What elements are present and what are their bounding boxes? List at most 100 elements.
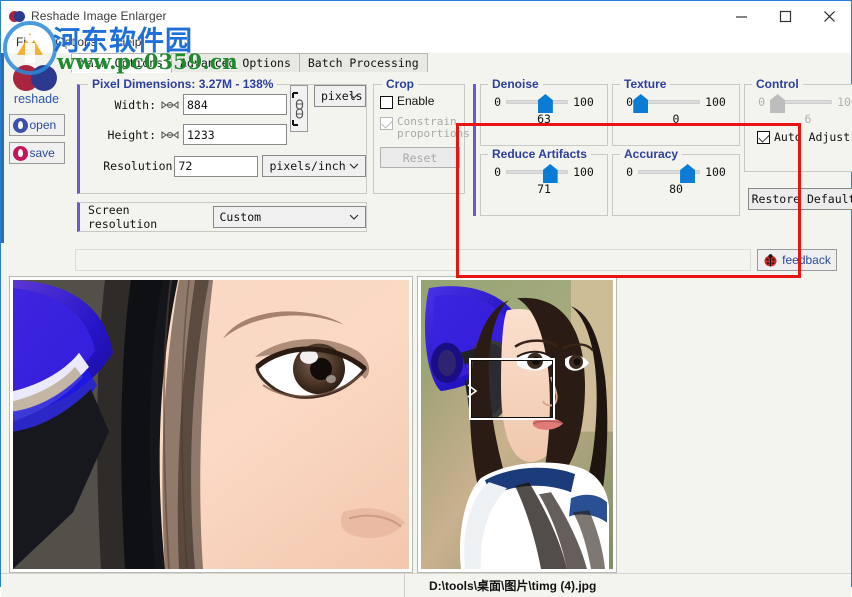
chain-link-icon[interactable] [290,85,308,132]
full-preview-image [421,280,613,569]
chevron-down-icon [349,214,359,220]
minimize-icon[interactable] [719,1,763,31]
denoise-legend: Denoise [488,77,543,91]
reshade-circles-icon [13,65,61,91]
menu-help[interactable]: Help [108,33,151,51]
tab-advanced-options[interactable]: Advanced Options [171,53,300,72]
zoomed-preview-panel[interactable] [9,276,413,573]
tab-main-options[interactable]: Main Options [71,53,172,73]
texture-max: 100 [705,95,726,109]
ladybug-icon [763,254,778,267]
denoise-slider[interactable] [506,100,568,104]
units-select[interactable]: pixels [314,85,366,107]
texture-slider[interactable] [638,100,700,104]
denoise-min: 0 [494,95,501,109]
auto-adjust-label: Auto Adjust [774,131,850,144]
accuracy-legend: Accuracy [620,147,682,161]
screen-resolution-select[interactable]: Custom [213,206,367,228]
texture-legend: Texture [620,77,670,91]
sliders-column-1: Denoise 0 100 63 [480,84,608,216]
tab-region: Main Options Advanced Options Batch Proc… [69,53,852,243]
reduce-artifacts-min: 0 [494,165,501,179]
left-toolbox: reshade open save [1,53,69,243]
reduce-artifacts-value: 71 [481,182,607,196]
control-group: Control 0 100 6 [744,84,852,172]
resolution-row: Resolution pixels/inch [88,155,366,177]
menu-options[interactable]: Options [46,33,105,51]
texture-value: 0 [613,112,739,126]
crop-group: Crop Enable Constrain proportions Reset [373,84,465,194]
main-options-panel: Pixel Dimensions: 3.27M - 138% Width: [71,72,852,232]
open-button-label: open [30,118,57,132]
control-thumb [770,94,785,113]
open-pin-icon [13,118,28,133]
full-preview-panel[interactable] [417,276,617,573]
crop-pointer-icon [467,384,479,398]
pixel-dimensions-group: Pixel Dimensions: 3.27M - 138% Width: [77,84,367,194]
denoise-thumb[interactable] [538,94,553,113]
crop-enable-checkbox[interactable] [380,96,393,109]
close-icon[interactable] [807,1,851,31]
control-legend: Control [752,77,803,91]
sliders-column-3: Control 0 100 6 [744,84,852,216]
accuracy-min: 0 [626,165,633,179]
feedback-button-label: feedback [782,253,831,267]
width-spinner-icon[interactable] [160,99,180,111]
accuracy-thumb[interactable] [680,164,695,183]
resolution-units-value: pixels/inch [269,159,345,173]
height-input[interactable] [183,124,287,145]
crop-enable-label: Enable [397,95,434,108]
resolution-input[interactable] [174,156,258,177]
reshade-logo-icon [9,8,25,24]
app-body: reshade open save Main Options Advanced … [1,53,851,597]
save-button-label: save [30,146,55,160]
accuracy-value: 80 [613,182,739,196]
accuracy-slider[interactable] [638,170,700,174]
controls-region: reshade open save Main Options Advanced … [1,53,851,243]
auto-adjust-row[interactable]: Auto Adjust [757,130,852,144]
width-row: Width: [88,94,287,115]
accuracy-max: 100 [705,165,726,179]
menu-file[interactable]: File [7,33,44,51]
control-max: 100 [837,95,852,109]
texture-min: 0 [626,95,633,109]
crop-legend: Crop [382,77,418,91]
save-pin-icon [13,146,28,161]
width-input[interactable] [183,94,287,115]
crop-enable-row[interactable]: Enable [380,95,458,109]
status-left-cell [1,574,405,597]
height-spinner-icon[interactable] [160,129,180,141]
resolution-units-select[interactable]: pixels/inch [262,155,366,177]
constrain-proportions-label: Constrain proportions [397,116,470,140]
reduce-artifacts-thumb[interactable] [543,164,558,183]
chevron-down-icon [349,163,359,169]
accuracy-group: Accuracy 0 100 80 [612,154,740,216]
restore-defaults-button[interactable]: Restore Defaults [748,188,852,210]
title-bar: Reshade Image Enlarger [1,1,851,31]
auto-adjust-checkbox[interactable] [757,131,770,144]
zoomed-preview-image [13,280,409,569]
tab-strip: Main Options Advanced Options Batch Proc… [71,53,852,72]
tab-batch-processing[interactable]: Batch Processing [299,53,428,72]
control-min: 0 [758,95,765,109]
preview-area [1,271,851,573]
window-title: Reshade Image Enlarger [31,9,167,23]
constrain-proportions-row: Constrain proportions [380,116,458,140]
save-button[interactable]: save [9,142,65,164]
crop-selection-rect[interactable] [469,358,555,420]
open-button[interactable]: open [9,114,65,136]
reduce-artifacts-slider[interactable] [506,170,568,174]
status-bar: D:\tools\桌面\图片\timg (4).jpg [1,573,851,597]
logo-label: reshade [14,92,59,106]
height-row: Height: [88,124,287,145]
screen-resolution-value: Custom [220,210,262,224]
denoise-value: 63 [481,112,607,126]
feedback-button[interactable]: feedback [757,249,837,271]
screen-resolution-group: Screen resolution Custom [77,202,367,232]
feedback-row: feedback [75,249,843,271]
maximize-icon[interactable] [763,1,807,31]
texture-thumb[interactable] [633,94,648,113]
screen-resolution-label: Screen resolution [88,203,205,231]
texture-group: Texture 0 100 0 [612,84,740,146]
control-value: 6 [745,112,852,126]
